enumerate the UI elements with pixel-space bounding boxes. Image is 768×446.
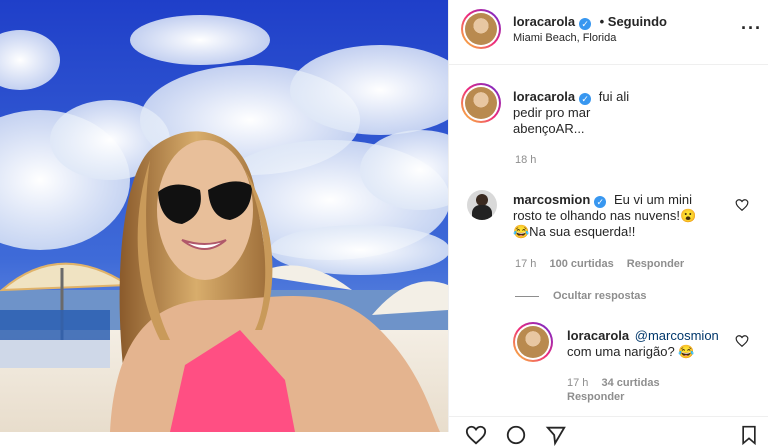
caption: loracarola ✓ fui ali pedir pro mar abenço…: [513, 89, 753, 137]
reply-timestamp[interactable]: 17 h: [567, 377, 588, 389]
hide-replies-button[interactable]: Ocultar respostas: [553, 290, 647, 302]
action-bar-divider: [449, 416, 768, 417]
comment-line-3: 😂Na sua esquerda!!: [513, 224, 636, 239]
caption-username[interactable]: loracarola: [513, 89, 575, 104]
caption-line-3: abençoAR...: [513, 121, 585, 136]
comment-line-1: Eu vi um mini: [613, 192, 692, 207]
comment: marcosmion ✓ Eu vi um mini rosto te olhan…: [513, 192, 733, 240]
author-avatar[interactable]: [461, 9, 501, 49]
reply-reply-button[interactable]: Responder: [567, 391, 624, 403]
comment-meta: 17 h 100 curtidas Responder: [515, 258, 684, 270]
caption-timestamp[interactable]: 18 h: [515, 154, 536, 166]
reply-mention[interactable]: @marcosmion: [635, 328, 719, 343]
bookmark-icon[interactable]: [739, 424, 759, 446]
caption-avatar[interactable]: [461, 83, 501, 123]
verified-icon: ✓: [579, 18, 592, 30]
comment-reply-button[interactable]: Responder: [627, 258, 684, 270]
reply-username[interactable]: loracarola: [567, 328, 629, 343]
reply-meta: 17 h 34 curtidas: [567, 377, 660, 389]
commenter-avatar[interactable]: [467, 190, 497, 220]
comment-likes[interactable]: 100 curtidas: [549, 258, 613, 270]
post-sidebar: loracarola ✓ • Seguindo Miami Beach, Flor…: [448, 0, 768, 446]
more-horizontal-icon[interactable]: ···: [741, 18, 762, 39]
like-comment-heart-icon[interactable]: [735, 198, 749, 212]
verified-icon: ✓: [594, 196, 607, 208]
caption-line-1: fui ali: [598, 89, 630, 104]
comment-timestamp[interactable]: 17 h: [515, 258, 536, 270]
caption-line-2: pedir pro mar: [513, 105, 591, 120]
post-location[interactable]: Miami Beach, Florida: [513, 32, 616, 44]
post-photo[interactable]: [0, 0, 448, 432]
verified-icon: ✓: [579, 93, 592, 105]
reply-comment: loracarola @marcosmion com uma narigão? …: [567, 328, 732, 360]
follow-status[interactable]: • Seguindo: [600, 14, 667, 29]
comment-username[interactable]: marcosmion: [513, 192, 590, 207]
author-username[interactable]: loracarola: [513, 14, 575, 29]
reply-likes[interactable]: 34 curtidas: [601, 377, 659, 389]
like-reply-heart-icon[interactable]: [735, 334, 749, 348]
beach-selfie-image: [0, 0, 448, 432]
comment-line-2: rosto te olhando nas nuvens!😮: [513, 208, 697, 223]
like-post-heart-icon[interactable]: [465, 424, 487, 446]
post-header: loracarola ✓ • Seguindo Miami Beach, Flor…: [449, 0, 768, 65]
header-username-row: loracarola ✓ • Seguindo: [513, 13, 667, 31]
replies-divider: [515, 296, 539, 297]
reply-text: com uma narigão? 😂: [567, 344, 695, 359]
share-icon[interactable]: [545, 424, 567, 446]
comment-bubble-icon[interactable]: [505, 424, 527, 446]
reply-avatar[interactable]: [513, 322, 553, 362]
